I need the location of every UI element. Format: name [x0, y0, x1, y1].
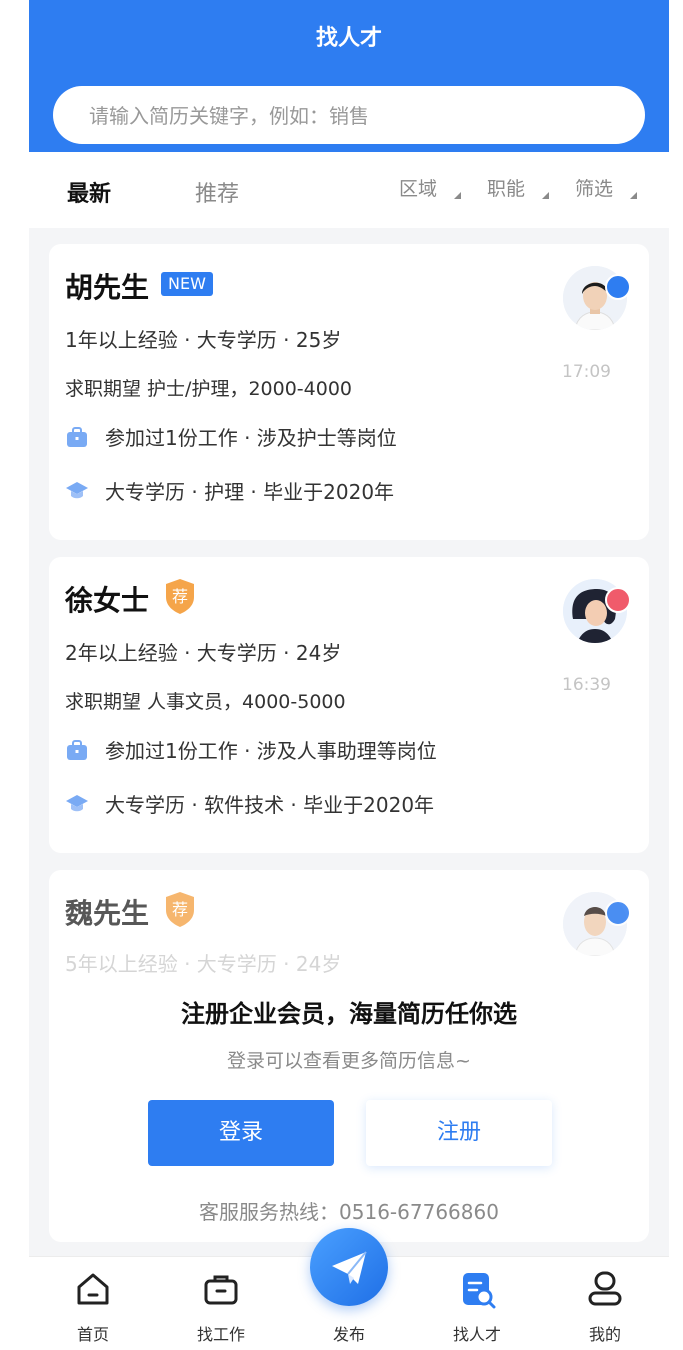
briefcase-icon — [67, 739, 87, 760]
publish-fab-button[interactable] — [310, 1228, 388, 1306]
filter-function[interactable]: 职能 — [487, 174, 525, 201]
register-button[interactable]: 注册 — [366, 1100, 552, 1166]
graduation-cap-icon — [66, 481, 88, 498]
work-summary: 参加过1份工作 · 涉及人事助理等岗位 — [105, 739, 437, 763]
education-row: 大专学历 · 护理 · 毕业于2020年 — [65, 476, 394, 505]
home-icon — [77, 1273, 109, 1305]
filter-region[interactable]: 区域 — [399, 174, 437, 201]
service-hotline: 客服服务热线：0516-67766860 — [199, 1200, 499, 1224]
candidate-meta: 1年以上经验 · 大专学历 · 25岁 — [65, 328, 342, 352]
recommend-badge: 荐 — [166, 579, 194, 614]
candidate-name: 胡先生 — [65, 271, 150, 304]
nav-label: 找工作 — [196, 1325, 245, 1344]
filter-screen[interactable]: 筛选 — [575, 174, 613, 201]
candidate-name: 魏先生 — [65, 897, 150, 930]
nav-find-talent[interactable]: 找人才 — [413, 1257, 541, 1350]
tab-recommend[interactable]: 推荐 — [195, 176, 239, 208]
promo-subtitle: 登录可以查看更多简历信息~ — [227, 1050, 471, 1072]
candidate-meta: 2年以上经验 · 大专学历 · 24岁 — [65, 641, 342, 665]
profile-icon — [588, 1271, 622, 1306]
work-experience-row: 参加过1份工作 · 涉及护士等岗位 — [65, 422, 397, 451]
education-summary: 大专学历 · 护理 · 毕业于2020年 — [105, 480, 395, 504]
recommend-badge-text: 荐 — [172, 587, 188, 606]
candidate-meta: 5年以上经验 · 大专学历 · 24岁 — [65, 952, 342, 976]
promo-title: 注册企业会员，海量简历任你选 — [181, 1000, 517, 1028]
nav-label: 首页 — [76, 1325, 109, 1344]
education-row: 大专学历 · 软件技术 · 毕业于2020年 — [65, 789, 434, 818]
recommend-badge-text: 荐 — [172, 900, 188, 919]
tab-latest[interactable]: 最新 — [67, 176, 111, 208]
update-time: 17:09 — [562, 362, 611, 382]
caret-down-icon — [630, 192, 637, 199]
app-screen: 找人才 最新 推荐 区域 职能 筛选 胡先生 NEW 1年以上经验 · 大专学历… — [29, 0, 669, 1350]
briefcase-icon — [204, 1275, 238, 1305]
briefcase-icon — [67, 426, 87, 447]
recommend-badge: 荐 — [166, 892, 194, 927]
nav-profile[interactable]: 我的 — [541, 1257, 669, 1350]
work-summary: 参加过1份工作 · 涉及护士等岗位 — [105, 426, 397, 450]
work-experience-row: 参加过1份工作 · 涉及人事助理等岗位 — [65, 735, 437, 764]
candidate-name: 徐女士 — [65, 584, 150, 617]
male-gender-icon — [605, 900, 631, 926]
search-bar[interactable] — [53, 86, 645, 146]
resume-card[interactable]: 胡先生 NEW 1年以上经验 · 大专学历 · 25岁 求职期望 护士/护理，2… — [49, 244, 649, 540]
send-icon — [332, 1251, 367, 1284]
graduation-cap-icon — [66, 794, 88, 811]
tab-bar: 最新 推荐 区域 职能 筛选 — [29, 152, 669, 228]
nav-home[interactable]: 首页 — [29, 1257, 157, 1350]
update-time: 16:39 — [562, 675, 611, 695]
job-expectation: 求职期望 护士/护理，2000-4000 — [65, 378, 353, 400]
job-expectation: 求职期望 人事文员，4000-5000 — [65, 691, 346, 713]
nav-label: 我的 — [588, 1325, 621, 1344]
search-input[interactable] — [87, 86, 631, 146]
nav-label: 发布 — [332, 1325, 365, 1344]
talent-search-icon — [463, 1273, 496, 1309]
page-title: 找人才 — [315, 26, 382, 51]
male-gender-icon — [605, 274, 631, 300]
nav-label: 找人才 — [452, 1325, 501, 1344]
education-summary: 大专学历 · 软件技术 · 毕业于2020年 — [105, 793, 435, 817]
resume-card[interactable]: 徐女士 荐 2年以上经验 · 大专学历 · 24岁 求职期望 人事文员，4000… — [49, 557, 649, 853]
header: 找人才 — [29, 0, 669, 152]
caret-down-icon — [454, 192, 461, 199]
nav-find-job[interactable]: 找工作 — [157, 1257, 285, 1350]
new-badge: NEW — [161, 272, 213, 296]
female-gender-icon — [605, 587, 631, 613]
login-button[interactable]: 登录 — [148, 1100, 334, 1166]
caret-down-icon — [542, 192, 549, 199]
